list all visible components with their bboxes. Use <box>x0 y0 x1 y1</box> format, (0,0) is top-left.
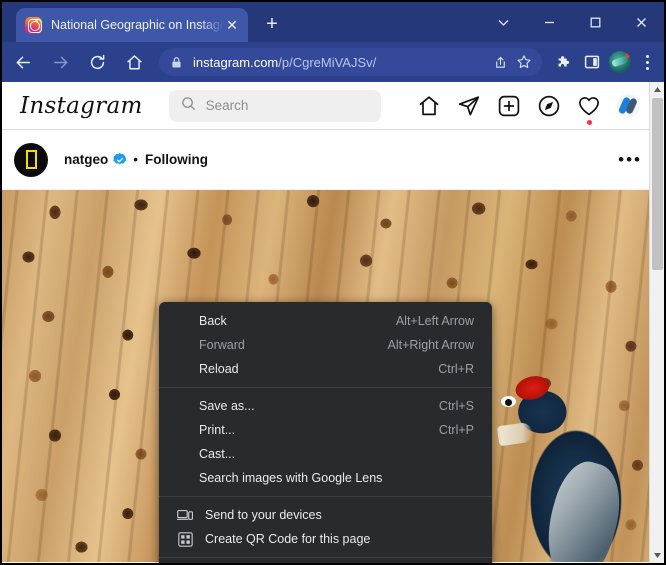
star-icon[interactable] <box>512 50 536 74</box>
heart-icon[interactable] <box>577 94 601 125</box>
bird-white-cheek <box>496 421 534 447</box>
scrollbar-thumb[interactable] <box>652 98 663 270</box>
menu-separator <box>159 496 492 497</box>
puzzle-piece-icon[interactable] <box>550 46 578 78</box>
lock-icon <box>170 56 183 69</box>
page-viewport: Instagram Search natgeo • Following ••• … <box>2 82 664 563</box>
instagram-nav <box>417 94 664 125</box>
instagram-logo[interactable]: Instagram <box>20 93 143 119</box>
tab-search-chevron-down-icon[interactable] <box>480 5 526 39</box>
url-domain: instagram.com <box>193 54 279 70</box>
follow-state[interactable]: Following <box>145 152 208 167</box>
browser-toolbar: instagram.com/p/CgreMiVAJSv/ <box>2 42 664 82</box>
post-header: natgeo • Following ••• <box>2 130 664 190</box>
instagram-header: Instagram Search <box>2 82 664 130</box>
profile-avatar[interactable] <box>617 94 640 117</box>
share-icon[interactable] <box>488 50 512 74</box>
forward-arrow-icon[interactable] <box>44 46 76 78</box>
verified-badge-icon <box>113 153 127 165</box>
search-input[interactable]: Search <box>168 89 381 122</box>
back-arrow-icon[interactable] <box>7 46 39 78</box>
menu-item-label: Forward <box>199 338 245 352</box>
three-dot-menu-icon[interactable] <box>634 46 660 78</box>
context-menu-group: Back Alt+Left Arrow Forward Alt+Right Ar… <box>159 309 492 381</box>
menu-item-accel: Ctrl+R <box>438 362 474 376</box>
menu-item-accel: Alt+Left Arrow <box>395 314 474 328</box>
scroll-up-arrow-icon[interactable] <box>650 82 664 97</box>
menu-item-cast[interactable]: Cast... <box>159 442 492 466</box>
post-meta: natgeo • Following <box>64 152 208 167</box>
scroll-down-arrow-icon[interactable] <box>650 548 664 563</box>
instagram-favicon-icon <box>25 16 42 34</box>
close-icon[interactable] <box>618 5 664 39</box>
new-post-icon[interactable] <box>497 94 521 118</box>
browser-tab[interactable]: National Geographic on Instagram ✕ <box>16 8 248 42</box>
home-icon[interactable] <box>118 46 150 78</box>
menu-item-accel: Alt+Right Arrow <box>387 338 475 352</box>
bird-wing <box>534 455 632 562</box>
tab-close-icon[interactable]: ✕ <box>224 17 240 33</box>
bird-eye <box>501 396 516 407</box>
menu-item-label: Save as... <box>199 399 255 413</box>
menu-separator <box>159 557 492 558</box>
home-icon[interactable] <box>417 94 441 118</box>
new-tab-button[interactable]: + <box>260 13 284 37</box>
menu-item-save-as[interactable]: Save as... Ctrl+S <box>159 394 492 418</box>
qr-code-icon <box>177 531 193 547</box>
messenger-icon[interactable] <box>457 94 481 118</box>
side-panel-icon[interactable] <box>578 46 606 78</box>
url-text: instagram.com/p/CgreMiVAJSv/ <box>193 55 488 70</box>
search-placeholder: Search <box>205 98 249 113</box>
menu-item-search-images-google-lens[interactable]: Search images with Google Lens <box>159 466 492 490</box>
minimize-icon[interactable] <box>526 5 572 39</box>
url-path: /p/CgreMiVAJSv/ <box>278 54 377 70</box>
context-menu-group: Save as... Ctrl+S Print... Ctrl+P Cast..… <box>159 394 492 490</box>
menu-item-send-to-your-devices[interactable]: Send to your devices <box>159 503 492 527</box>
search-icon <box>181 96 196 116</box>
menu-item-label: Create QR Code for this page <box>205 532 371 546</box>
page-scrollbar[interactable] <box>649 82 664 563</box>
post-more-options-icon[interactable]: ••• <box>618 151 642 168</box>
notification-badge-dot <box>587 119 592 125</box>
explore-icon[interactable] <box>537 94 561 118</box>
account-name[interactable]: natgeo <box>64 152 108 167</box>
menu-item-label: Back <box>199 314 227 328</box>
avatar[interactable] <box>14 142 48 177</box>
menu-item-label: Cast... <box>199 447 236 461</box>
menu-item-print[interactable]: Print... Ctrl+P <box>159 418 492 442</box>
menu-separator <box>159 387 492 388</box>
menu-item-accel: Ctrl+S <box>438 399 474 413</box>
tab-strip: National Geographic on Instagram ✕ + <box>2 2 664 42</box>
acorn-woodpecker <box>496 367 664 562</box>
menu-item-label: Search images with Google Lens <box>199 471 383 485</box>
menu-item-label: Send to your devices <box>205 508 322 522</box>
menu-item-create-qr-code[interactable]: Create QR Code for this page <box>159 527 492 551</box>
browser-window: National Geographic on Instagram ✕ + ins… <box>0 0 666 565</box>
window-controls <box>480 2 664 42</box>
tab-title: National Geographic on Instagram <box>51 18 224 32</box>
menu-item-label: Reload <box>199 362 239 376</box>
context-menu: Back Alt+Left Arrow Forward Alt+Right Ar… <box>159 302 492 563</box>
context-menu-group: Send to your devices Create QR Code for … <box>159 503 492 551</box>
devices-icon <box>177 507 193 523</box>
meta-separator: • <box>133 152 138 167</box>
maximize-icon[interactable] <box>572 5 618 39</box>
address-bar[interactable]: instagram.com/p/CgreMiVAJSv/ <box>159 48 542 76</box>
menu-item-forward: Forward Alt+Right Arrow <box>159 333 492 357</box>
menu-item-label: Print... <box>199 423 236 437</box>
reload-icon[interactable] <box>81 46 113 78</box>
menu-item-back[interactable]: Back Alt+Left Arrow <box>159 309 492 333</box>
menu-item-reload[interactable]: Reload Ctrl+R <box>159 357 492 381</box>
menu-item-accel: Ctrl+P <box>438 423 474 437</box>
profile-avatar-icon[interactable] <box>606 46 634 78</box>
